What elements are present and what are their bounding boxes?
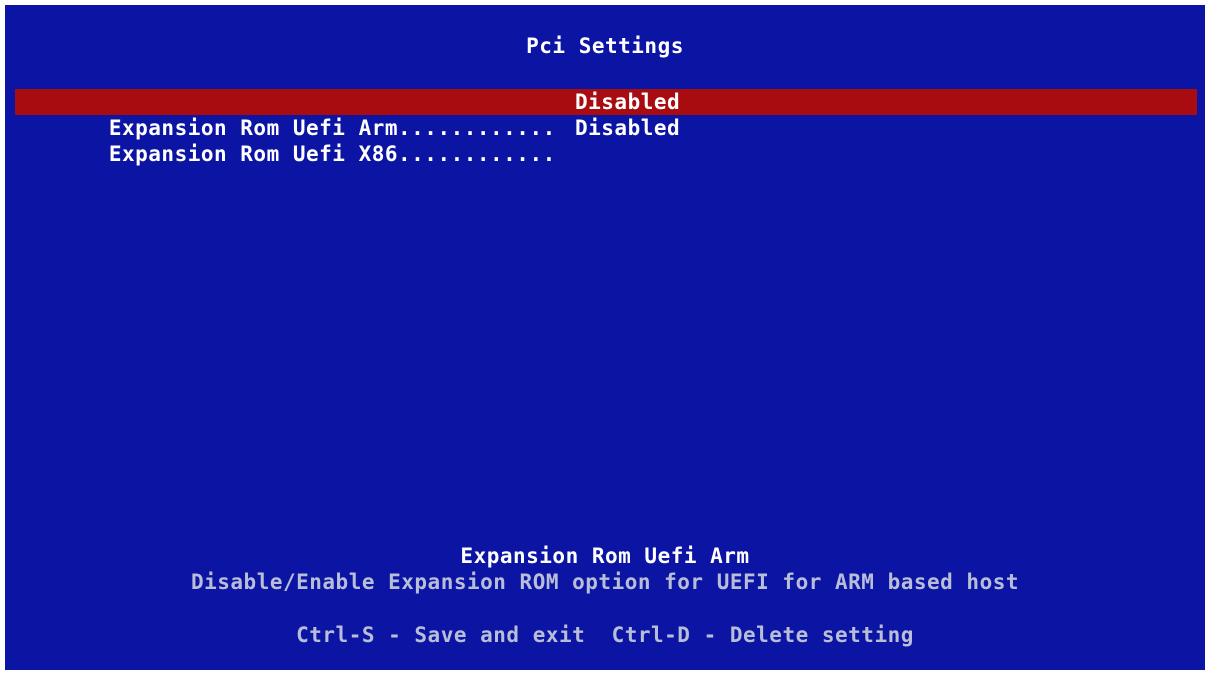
save-exit-hint: Ctrl-S - Save and exit xyxy=(296,623,586,647)
delete-setting-hint: Ctrl-D - Delete setting xyxy=(611,623,914,647)
help-title: Expansion Rom Uefi Arm xyxy=(460,544,750,568)
setting-value[interactable]: Disabled xyxy=(575,115,680,141)
settings-menu: Expansion Rom Uefi Arm............ Disab… xyxy=(5,89,1205,166)
setting-label: Expansion Rom Uefi X86 xyxy=(108,142,399,166)
setting-leader-dots: ............ xyxy=(398,142,556,166)
help-panel: Expansion Rom Uefi Arm Disable/Enable Ex… xyxy=(5,543,1205,595)
page-title: Pci Settings xyxy=(526,34,684,58)
bios-screen: Pci Settings Expansion Rom Uefi Arm.....… xyxy=(5,5,1205,670)
setting-expansion-rom-uefi-x86[interactable]: Expansion Rom Uefi X86............ Disab… xyxy=(5,115,1205,166)
setting-expansion-rom-uefi-arm[interactable]: Expansion Rom Uefi Arm............ Disab… xyxy=(15,89,1197,140)
key-hints: Ctrl-S - Save and exit Ctrl-D - Delete s… xyxy=(5,622,1205,648)
help-description: Disable/Enable Expansion ROM option for … xyxy=(190,570,1019,594)
setting-value[interactable]: Disabled xyxy=(575,89,680,115)
